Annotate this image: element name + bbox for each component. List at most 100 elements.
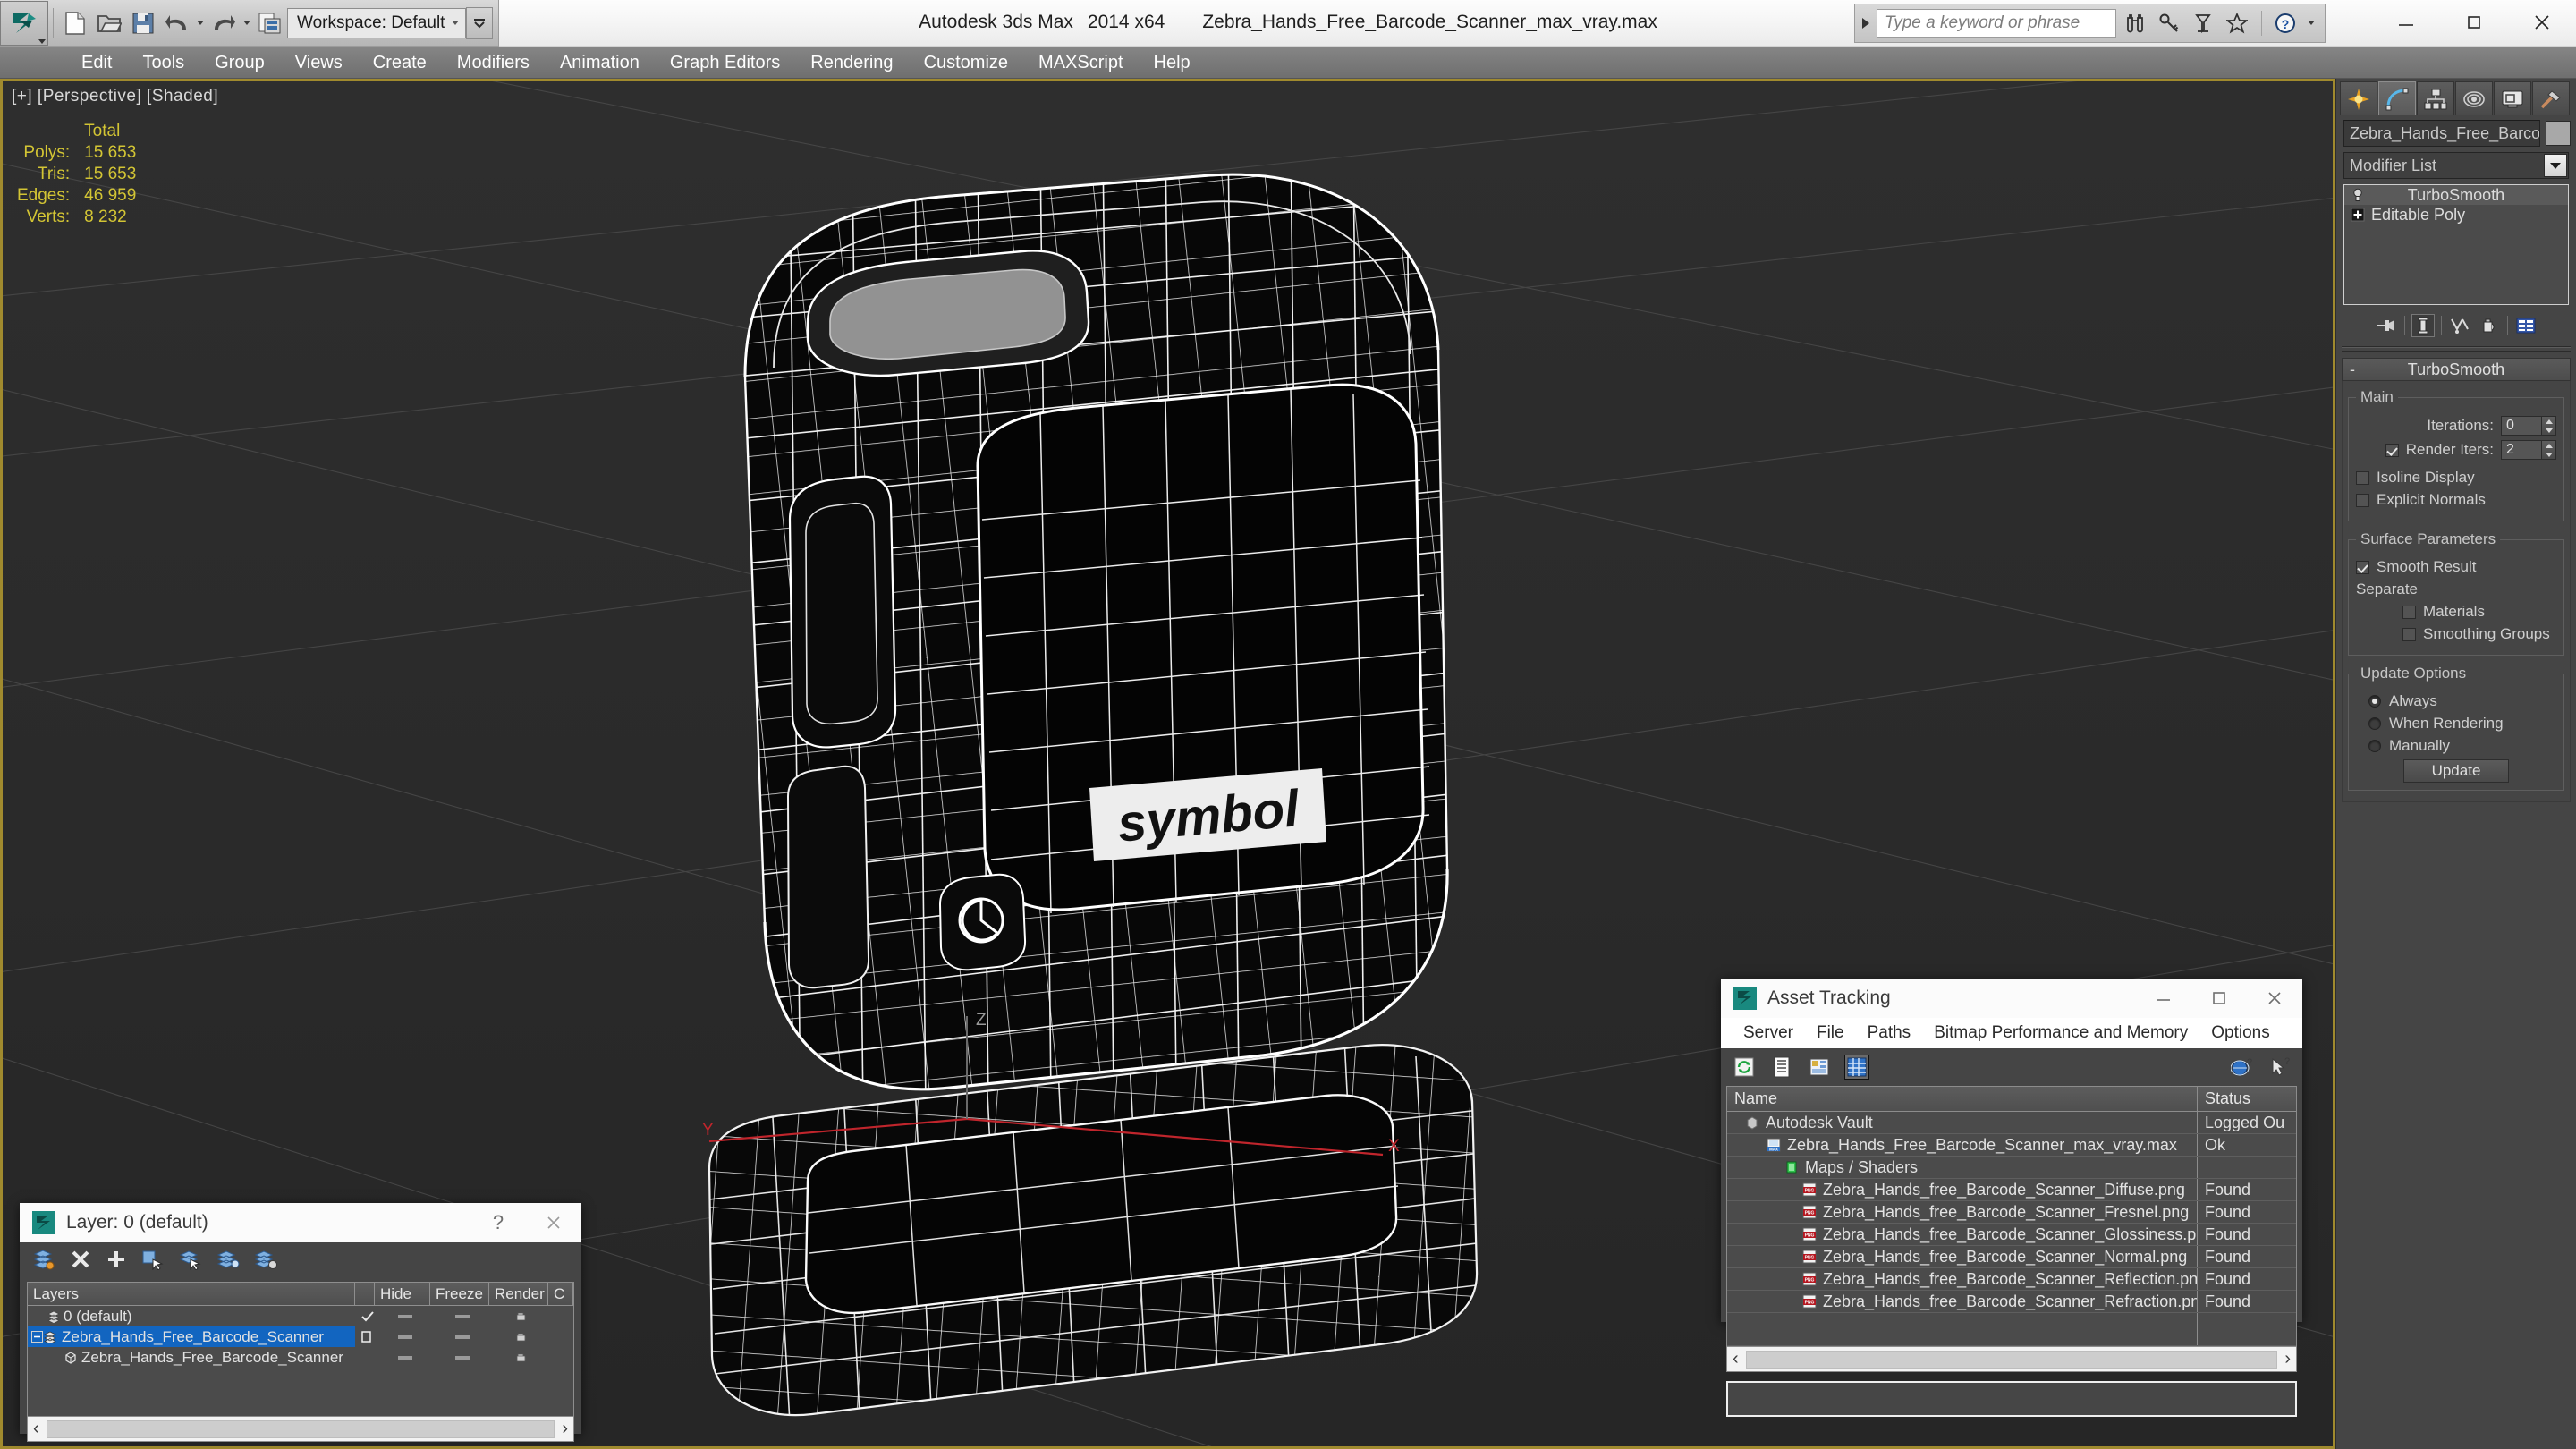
funnel-icon[interactable] — [2188, 8, 2218, 38]
delete-layer-icon[interactable] — [70, 1249, 91, 1275]
menu-item-file[interactable]: File — [1805, 1023, 1856, 1043]
menu-item-views[interactable]: Views — [280, 47, 358, 79]
radio-manually-row[interactable]: Manually — [2356, 737, 2556, 755]
field-isoline-display[interactable]: Isoline Display — [2356, 469, 2556, 487]
new-file-icon[interactable] — [60, 8, 90, 38]
column-header-current[interactable] — [355, 1283, 375, 1305]
layer-properties-icon[interactable] — [254, 1249, 277, 1275]
modifier-stack-item-turbosmooth[interactable]: TurboSmooth — [2344, 185, 2568, 205]
workspace-selector[interactable]: Workspace: Default — [287, 7, 466, 38]
layer-row-object[interactable]: Zebra_Hands_Free_Barcode_Scanner — [28, 1347, 573, 1368]
highlight-selected-objects-icon[interactable] — [179, 1249, 202, 1275]
modifier-stack[interactable]: TurboSmooth Editable Poly — [2343, 184, 2569, 305]
workspace-more-button[interactable] — [466, 6, 493, 39]
always-radio[interactable] — [2368, 695, 2381, 708]
key-icon[interactable] — [2154, 8, 2184, 38]
set-project-folder-icon[interactable] — [255, 8, 285, 38]
minimize-button[interactable] — [2372, 0, 2440, 45]
scrollbar-thumb[interactable] — [1745, 1350, 2278, 1368]
undo-icon[interactable] — [162, 8, 192, 38]
column-header-layers[interactable]: Layers — [28, 1283, 355, 1305]
iterations-input[interactable]: 0 — [2501, 416, 2542, 436]
redo-icon[interactable] — [208, 8, 239, 38]
menu-item-edit[interactable]: Edit — [66, 47, 127, 79]
column-header-status[interactable]: Status — [2198, 1087, 2296, 1111]
help-globe-icon[interactable]: ? — [2229, 1055, 2254, 1080]
configure-modifier-sets-icon[interactable] — [2514, 314, 2538, 337]
manually-radio[interactable] — [2368, 740, 2381, 752]
layer-hide-toggle[interactable] — [375, 1326, 430, 1347]
modifier-stack-item-editable-poly[interactable]: Editable Poly — [2344, 205, 2568, 225]
asset-list[interactable]: Name Status Autodesk Vault Logged Ou MAX… — [1726, 1086, 2297, 1372]
show-end-result-icon[interactable] — [2411, 314, 2435, 337]
radio-always-row[interactable]: Always — [2356, 692, 2556, 710]
display-tab[interactable] — [2494, 81, 2531, 115]
iterations-spinner[interactable] — [2542, 416, 2556, 436]
layer-color-cell[interactable] — [548, 1326, 573, 1347]
asset-row-diffuse-png[interactable]: PNG Zebra_Hands_free_Barcode_Scanner_Dif… — [1727, 1179, 2296, 1201]
refresh-icon[interactable] — [1732, 1055, 1757, 1080]
smoothing-groups-checkbox[interactable] — [2402, 627, 2416, 641]
plus-box-icon[interactable] — [2350, 207, 2366, 223]
expand-left-icon[interactable] — [1862, 17, 1869, 29]
scroll-right-icon[interactable]: › — [2284, 1349, 2291, 1369]
layer-dialog-titlebar[interactable]: Layer: 0 (default) ? — [20, 1203, 581, 1242]
layer-list-horizontal-scrollbar[interactable]: ‹ › — [28, 1416, 573, 1441]
expander-collapse-icon[interactable] — [30, 1331, 44, 1343]
field-smooth-result[interactable]: Smooth Result — [2356, 558, 2556, 576]
binoculars-icon[interactable] — [2120, 8, 2150, 38]
layer-color-cell[interactable] — [548, 1306, 573, 1326]
asset-row-maps-shaders[interactable]: Maps / Shaders — [1727, 1157, 2296, 1179]
remove-modifier-icon[interactable] — [2478, 314, 2501, 337]
layer-list[interactable]: Layers Hide Freeze Render C 0 (default) — [27, 1282, 574, 1442]
radio-when-rendering-row[interactable]: When Rendering — [2356, 715, 2556, 733]
search-input[interactable]: Type a keyword or phrase — [1877, 8, 2116, 38]
explicit-normals-checkbox[interactable] — [2356, 493, 2369, 507]
layer-render-toggle[interactable] — [489, 1306, 548, 1326]
column-header-hide[interactable]: Hide — [375, 1283, 430, 1305]
materials-checkbox[interactable] — [2402, 605, 2416, 619]
pin-stack-icon[interactable] — [2375, 314, 2398, 337]
layer-freeze-toggle[interactable] — [430, 1347, 489, 1368]
object-color-swatch[interactable] — [2546, 121, 2571, 146]
modify-tab[interactable] — [2378, 81, 2416, 115]
menu-item-paths[interactable]: Paths — [1856, 1023, 1923, 1043]
layer-current-check[interactable] — [355, 1326, 375, 1347]
scroll-right-icon[interactable]: › — [562, 1419, 568, 1439]
render-iters-checkbox[interactable] — [2385, 443, 2399, 457]
menu-item-group[interactable]: Group — [199, 47, 280, 79]
make-unique-icon[interactable] — [2448, 314, 2471, 337]
layer-color-cell[interactable] — [548, 1347, 573, 1368]
layer-hide-toggle[interactable] — [375, 1347, 430, 1368]
layer-render-toggle[interactable] — [489, 1347, 548, 1368]
layer-render-toggle[interactable] — [489, 1326, 548, 1347]
asset-list-horizontal-scrollbar[interactable]: ‹ › — [1727, 1346, 2296, 1371]
hierarchy-tab[interactable] — [2417, 81, 2454, 115]
field-materials[interactable]: Materials — [2356, 603, 2556, 621]
when-rendering-radio[interactable] — [2368, 717, 2381, 730]
open-file-icon[interactable] — [94, 8, 124, 38]
create-new-layer-icon[interactable] — [32, 1249, 55, 1275]
asset-row-refraction-png[interactable]: PNG Zebra_Hands_free_Barcode_Scanner_Ref… — [1727, 1291, 2296, 1313]
close-button[interactable] — [2247, 979, 2302, 1018]
layer-freeze-toggle[interactable] — [430, 1306, 489, 1326]
utilities-tab[interactable] — [2532, 81, 2570, 115]
menu-item-maxscript[interactable]: MAXScript — [1023, 47, 1138, 79]
scroll-left-icon[interactable]: ‹ — [1733, 1349, 1739, 1369]
menu-item-rendering[interactable]: Rendering — [795, 47, 908, 79]
menu-item-help[interactable]: Help — [1139, 47, 1206, 79]
field-explicit-normals[interactable]: Explicit Normals — [2356, 491, 2556, 509]
save-file-icon[interactable] — [128, 8, 158, 38]
application-menu-button[interactable] — [0, 0, 48, 46]
menu-item-modifiers[interactable]: Modifiers — [442, 47, 545, 79]
scroll-left-icon[interactable]: ‹ — [33, 1419, 39, 1439]
motion-tab[interactable] — [2455, 81, 2493, 115]
close-button[interactable] — [526, 1203, 581, 1242]
star-icon[interactable] — [2222, 8, 2252, 38]
maximize-button[interactable] — [2440, 0, 2508, 45]
maximize-button[interactable] — [2191, 979, 2247, 1018]
minimize-button[interactable] — [2136, 979, 2191, 1018]
redo-dropdown-icon[interactable] — [241, 10, 253, 37]
layer-current-check[interactable] — [355, 1306, 375, 1326]
create-tab[interactable] — [2340, 81, 2377, 115]
